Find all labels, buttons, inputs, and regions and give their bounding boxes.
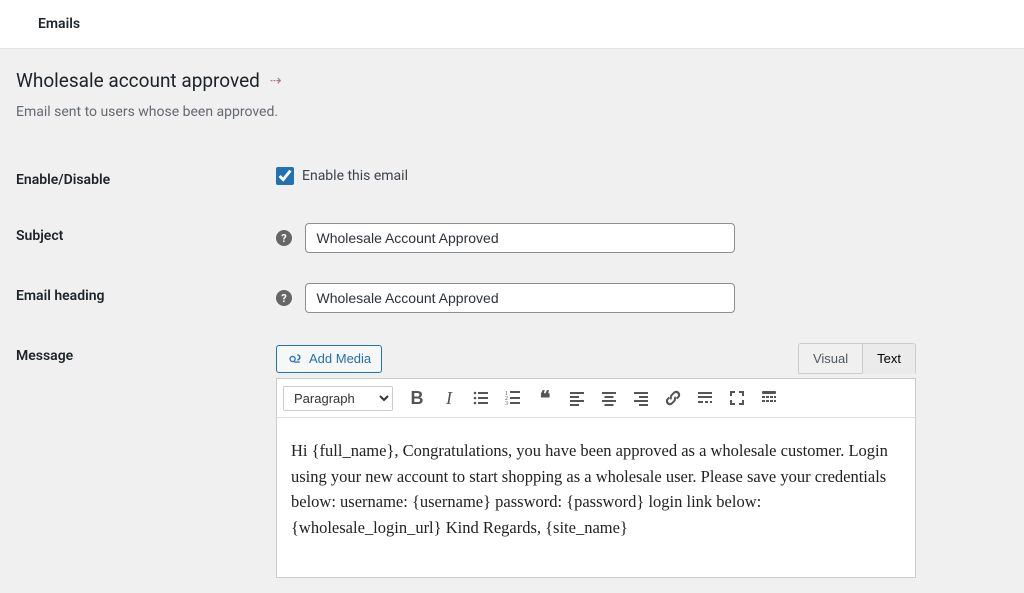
numbered-list-button[interactable]: 123 xyxy=(499,384,527,412)
tab-text[interactable]: Text xyxy=(862,343,916,374)
email-heading-label: Email heading xyxy=(16,268,266,328)
fullscreen-button[interactable] xyxy=(723,384,751,412)
enable-checkbox[interactable] xyxy=(276,167,294,185)
insert-more-button[interactable] xyxy=(691,384,719,412)
page-title: Wholesale account approved xyxy=(16,69,260,92)
align-center-button[interactable] xyxy=(595,384,623,412)
link-icon xyxy=(663,388,683,408)
add-media-button[interactable]: Add Media xyxy=(276,345,382,373)
page-description: Email sent to users whose been approved. xyxy=(16,104,1024,120)
page-heading-row: Wholesale account approved ⇢ xyxy=(16,69,1024,92)
align-right-icon xyxy=(631,388,651,408)
message-label: Message xyxy=(16,328,266,593)
top-bar: Emails xyxy=(0,0,1024,49)
subject-label: Subject xyxy=(16,208,266,268)
form-table: Enable/Disable Enable this email Subject… xyxy=(16,152,1024,593)
list-ul-icon xyxy=(471,388,491,408)
align-center-icon xyxy=(599,388,619,408)
enable-checkbox-wrap[interactable]: Enable this email xyxy=(276,167,408,185)
italic-button[interactable]: I xyxy=(435,384,463,412)
editor-toolbar: Paragraph B I 123 ❝ xyxy=(276,378,916,418)
nav-title: Emails xyxy=(38,16,80,32)
list-ol-icon: 123 xyxy=(503,388,523,408)
back-link[interactable]: ⇢ xyxy=(270,73,282,89)
toolbar-toggle-button[interactable] xyxy=(755,384,783,412)
kitchen-sink-icon xyxy=(759,388,779,408)
link-button[interactable] xyxy=(659,384,687,412)
editor-body[interactable]: Hi {full_name}, Congratulations, you hav… xyxy=(276,418,916,578)
enable-label: Enable/Disable xyxy=(16,152,266,208)
blockquote-button[interactable]: ❝ xyxy=(531,384,559,412)
tab-visual[interactable]: Visual xyxy=(798,343,862,374)
bold-button[interactable]: B xyxy=(403,384,431,412)
subject-input[interactable] xyxy=(305,223,735,253)
editor-top: Add Media Visual Text xyxy=(276,343,916,374)
add-media-label: Add Media xyxy=(309,351,371,366)
content: Wholesale account approved ⇢ Email sent … xyxy=(0,49,1024,593)
editor-tabs: Visual Text xyxy=(798,343,916,374)
align-left-icon xyxy=(567,388,587,408)
svg-text:3: 3 xyxy=(505,401,508,407)
editor: Add Media Visual Text Paragraph B xyxy=(276,343,916,578)
enable-checkbox-label: Enable this email xyxy=(302,168,408,184)
email-heading-input[interactable] xyxy=(305,283,735,313)
help-icon[interactable]: ? xyxy=(276,290,292,306)
align-left-button[interactable] xyxy=(563,384,591,412)
format-select[interactable]: Paragraph xyxy=(283,386,393,411)
media-icon xyxy=(287,351,303,367)
help-icon[interactable]: ? xyxy=(276,230,292,246)
fullscreen-icon xyxy=(727,388,747,408)
read-more-icon xyxy=(695,388,715,408)
align-right-button[interactable] xyxy=(627,384,655,412)
bulleted-list-button[interactable] xyxy=(467,384,495,412)
